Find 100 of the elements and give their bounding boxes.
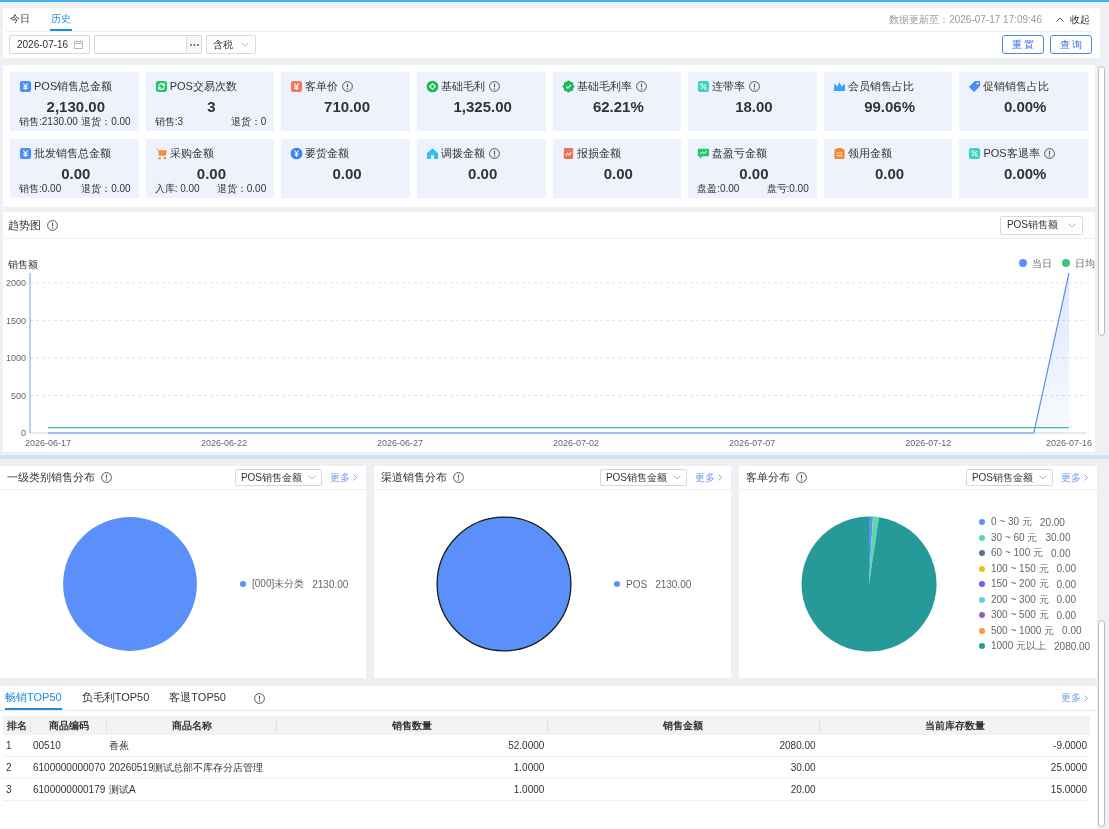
axis-label: 2026-07-12 [905,438,952,448]
panel-title: 趋势图 [8,217,41,233]
text-field[interactable] [94,35,186,54]
table-cell-text: 2080.00 [778,740,817,751]
picker-button[interactable] [186,35,202,54]
card-title: 报损金额 [576,145,621,161]
card-title: 连带率 [712,78,746,94]
table-cell-text: 20.00 [789,784,817,795]
table-cell-text: 15.0000 [1049,784,1088,795]
axis-title: 销售额 [8,259,38,270]
axis-label: 2026-07-16 [1046,438,1092,448]
card-detail: 退货：0.00 [216,183,267,194]
legend-label: 当日 [1032,257,1052,269]
card-title: 会员销售占比 [847,78,914,94]
card-detail: 销售:0.00 [19,183,62,194]
table-cell-text: 25.0000 [1049,762,1088,773]
table-cell-text: 6100000000070 [32,762,106,773]
tab[interactable]: 历史 [50,8,72,31]
tab[interactable]: 客退TOP50 [169,686,226,710]
chevron-right-icon [353,474,357,481]
tab[interactable]: 今日 [9,8,31,31]
legend-value: 0.00 [1056,563,1076,574]
ellipsis-icon [189,43,199,46]
card-value: 99.06% [863,97,916,116]
legend-label: 0 ~ 30 元 [991,515,1032,529]
card-value: 3 [206,97,217,116]
collapse-button[interactable]: 收起 [1054,12,1092,27]
update-time: 数据更新至：2026-07-17 17:09:46 [889,12,1042,27]
column-header: 商品编码 [30,719,106,732]
card-detail: 销售:2130.00 [19,116,78,127]
metric-select[interactable]: POS销售额 [999,215,1083,235]
table-cell-text: 00510 [32,740,62,751]
exclamation-circle-icon [253,692,265,704]
chevron-down-icon [241,42,249,47]
exclamation-circle-icon [796,472,807,483]
card-value: 18.00 [734,97,774,116]
date-field[interactable]: 2026-07-16 [9,35,90,54]
table-cell-text: 1 [5,740,13,751]
legend-label: 100 ~ 150 元 [991,561,1049,576]
scrollbar-thumb[interactable] [1098,66,1105,336]
query-button[interactable]: 查 询 [1050,35,1092,54]
panel-title: 渠道销售分布 [381,470,447,485]
table-cell-text: 20260519测试总部不库存分店管理 [108,760,265,775]
legend-value: 2130.00 [312,578,349,590]
table-cell-text: 52.0000 [507,740,546,751]
axis-label: 2000 [5,277,26,288]
exclamation-circle-icon [453,472,464,483]
axis-label: 500 [10,390,26,401]
card-value: 62.21% [591,97,645,116]
card-title: 领用金额 [847,145,892,161]
metric-select[interactable]: POS销售金额 [965,469,1053,486]
calendar-icon [74,40,83,49]
tab[interactable]: 畅销TOP50 [5,686,62,710]
card-detail: 盘亏:0.00 [766,183,809,194]
card-value: 0.00 [467,164,499,183]
chevron-down-icon [673,475,681,480]
card-title: 要货金额 [305,145,350,161]
column-header: 当前库存数量 [818,719,1090,732]
chevron-down-icon [1039,475,1047,480]
card-title: 促销销售占比 [983,78,1050,94]
axis-label: 2026-06-22 [201,438,248,448]
card-title: 盘盈亏金额 [712,145,768,161]
table-cell-text: 测试A [108,782,137,797]
tab[interactable]: 负毛利TOP50 [81,686,150,710]
legend-label: 日均 [1075,257,1095,269]
metric-select[interactable]: POS销售金额 [234,469,322,486]
axis-label: 2026-06-27 [377,438,424,448]
card-value: 2,130.00 [45,97,106,116]
tax-select[interactable]: 含税 [206,35,256,54]
card-title: 批发销售总金额 [34,145,111,161]
card-title: 客单价 [305,78,339,94]
column-header: 销售数量 [276,719,548,732]
legend-value: 0.00 [1056,578,1076,590]
chevron-right-icon [718,474,722,481]
legend-value: 0.00 [1056,609,1076,621]
table-cell-text: 1.0000 [512,762,546,773]
legend-value: 0.00 [1062,625,1082,636]
metric-select[interactable]: POS销售金额 [599,469,687,486]
caret-up-icon [1056,17,1064,22]
card-value: 0.00 [738,164,770,183]
legend-label: [000]未分类 [252,577,305,591]
legend-value: 2130.00 [655,578,692,590]
scrollbar-thumb[interactable] [1098,620,1105,827]
legend-label: 500 ~ 1000 元 [991,623,1055,638]
card-title: 基础毛利率 [576,78,632,94]
legend-label: 1000 元以上 [991,639,1047,653]
reset-button[interactable]: 重 置 [1002,35,1044,54]
panel-title: 客单分布 [746,470,790,485]
table-cell-text: 1.0000 [512,784,546,795]
column-header: 排名 [6,719,28,732]
card-detail: 退货：0.00 [81,116,131,127]
card-detail: 销售:3 [154,116,183,127]
legend-value: 30.00 [1045,532,1071,543]
card-detail: 入库: 0.00 [154,183,200,194]
card-value: 0.00 [195,164,228,183]
legend-label: POS [626,578,648,590]
table-cell-text: 3 [5,784,13,795]
legend-label: 30 ~ 60 元 [991,530,1038,545]
card-title: 基础毛利 [440,78,485,94]
column-header: 销售金额 [547,719,819,732]
